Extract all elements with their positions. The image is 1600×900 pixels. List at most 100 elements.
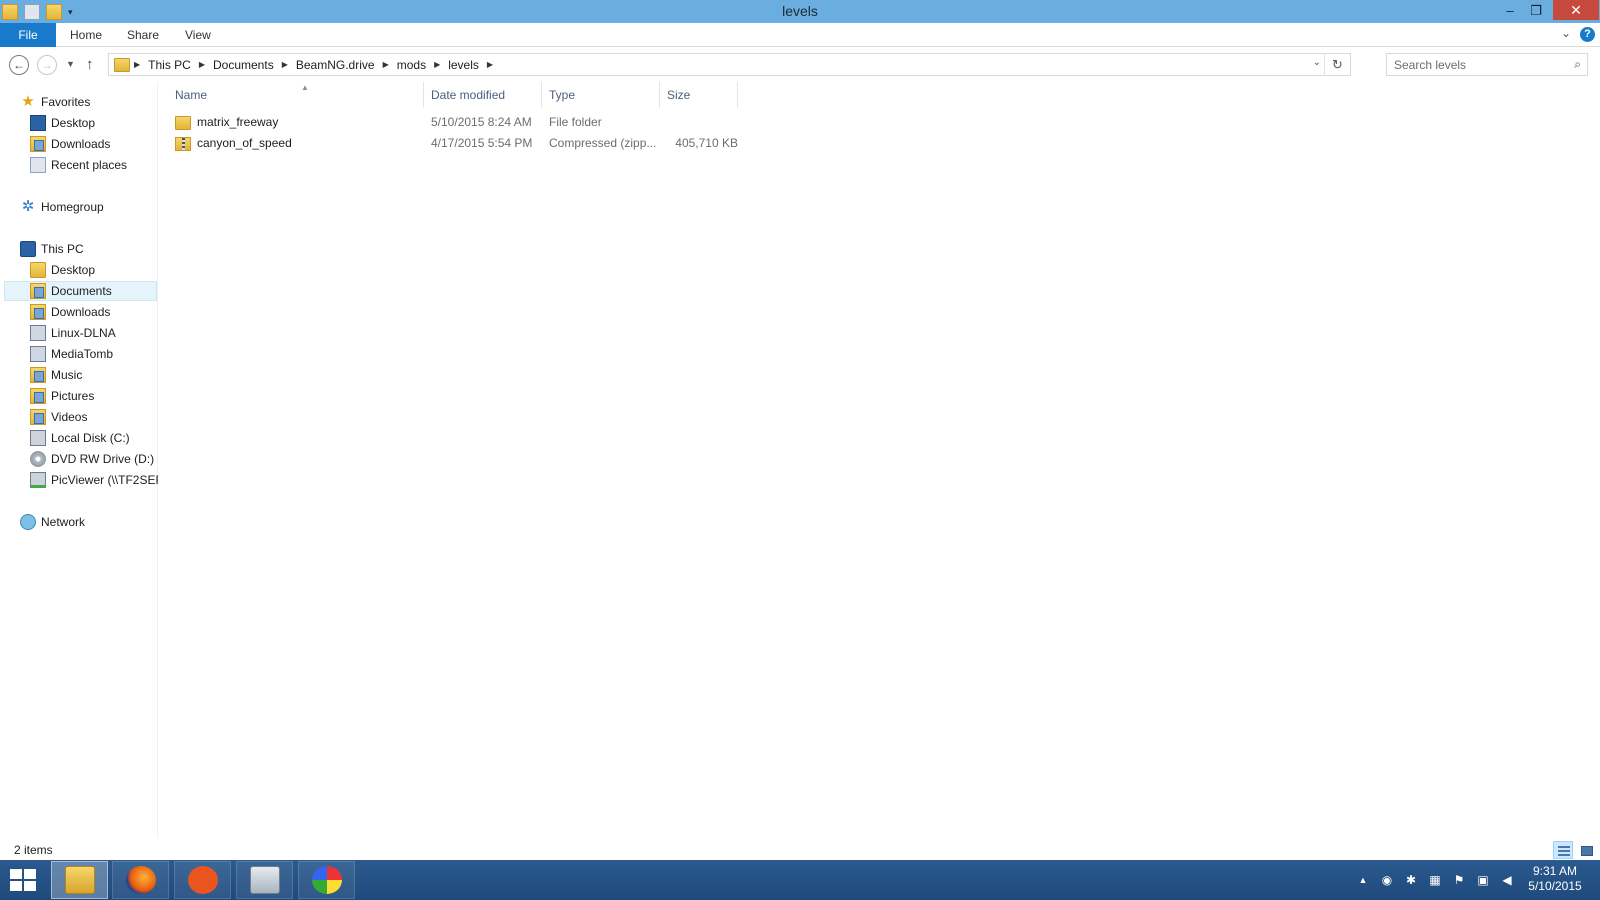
recent-locations-dropdown-icon[interactable]: ▼ bbox=[66, 59, 75, 69]
breadcrumb-separator-icon[interactable]: ▶ bbox=[278, 60, 292, 69]
downloads-icon bbox=[30, 136, 46, 152]
maximize-button[interactable]: ❐ bbox=[1523, 0, 1549, 21]
large-icons-view-button[interactable] bbox=[1576, 841, 1596, 859]
tab-share[interactable]: Share bbox=[127, 23, 159, 47]
table-row[interactable]: matrix_freeway 5/10/2015 8:24 AM File fo… bbox=[168, 112, 738, 133]
taskbar-file-explorer[interactable] bbox=[51, 861, 108, 899]
search-input[interactable] bbox=[1387, 54, 1557, 75]
tab-file[interactable]: File bbox=[0, 23, 56, 47]
folder-icon bbox=[114, 57, 130, 72]
zip-folder-icon bbox=[175, 136, 191, 151]
sort-ascending-icon: ▲ bbox=[301, 83, 309, 92]
table-row[interactable]: canyon_of_speed 4/17/2015 5:54 PM Compre… bbox=[168, 133, 738, 154]
file-explorer-icon bbox=[64, 866, 95, 894]
column-header-date-modified[interactable]: Date modified bbox=[424, 82, 542, 108]
steam-icon[interactable]: ◉ bbox=[1379, 872, 1395, 888]
large-icons-view-icon bbox=[1581, 846, 1593, 856]
ubuntu-icon bbox=[187, 866, 218, 894]
sidebar-item-label: Desktop bbox=[51, 116, 96, 130]
sidebar-item-desktop[interactable]: Desktop bbox=[30, 260, 158, 280]
navigation-pane: ★ Favorites Desktop Downloads Recent pla… bbox=[0, 82, 158, 838]
help-icon[interactable]: ? bbox=[1580, 27, 1595, 42]
breadcrumb-this-pc[interactable]: This PC bbox=[144, 58, 195, 72]
title-bar: ▾ levels – ❐ ✕ bbox=[0, 0, 1600, 23]
folder-icon bbox=[175, 115, 191, 130]
volume-icon[interactable]: ◀ bbox=[1499, 872, 1515, 888]
sidebar-item-network[interactable]: Network bbox=[20, 512, 158, 532]
file-date-modified: 5/10/2015 8:24 AM bbox=[431, 115, 532, 129]
sidebar-item-videos[interactable]: Videos bbox=[30, 407, 158, 427]
minimize-button[interactable]: – bbox=[1497, 0, 1523, 21]
details-view-button[interactable] bbox=[1553, 841, 1573, 859]
sidebar-item-label: Network bbox=[41, 515, 86, 529]
close-button[interactable]: ✕ bbox=[1553, 0, 1599, 20]
file-name: canyon_of_speed bbox=[197, 136, 292, 150]
network-tray-icon[interactable]: ▣ bbox=[1475, 872, 1491, 888]
sidebar-item-linux-dlna[interactable]: Linux-DLNA bbox=[30, 323, 158, 343]
sidebar-item-label: Downloads bbox=[51, 305, 111, 319]
action-center-flag-icon[interactable]: ⚑ bbox=[1451, 872, 1467, 888]
sidebar-item-recent-places[interactable]: Recent places bbox=[30, 155, 158, 175]
file-list: ▲ Name Date modified Type Size matrix_fr… bbox=[158, 82, 1600, 838]
taskbar-paint[interactable] bbox=[298, 861, 355, 899]
address-bar[interactable]: ▶ This PC ▶ Documents ▶ BeamNG.drive ▶ m… bbox=[108, 53, 1351, 76]
sidebar-item-favorites[interactable]: ★ Favorites bbox=[20, 92, 158, 112]
sidebar-item-pictures[interactable]: Pictures bbox=[30, 386, 158, 406]
breadcrumb-separator-icon[interactable]: ▶ bbox=[195, 60, 209, 69]
gpu-tray-icon[interactable]: ▦ bbox=[1427, 872, 1443, 888]
taskbar-ubuntu-app[interactable] bbox=[174, 861, 231, 899]
column-header-type[interactable]: Type bbox=[542, 82, 660, 108]
breadcrumb-separator-icon[interactable]: ▶ bbox=[379, 60, 393, 69]
app-tray-icon[interactable]: ✱ bbox=[1403, 872, 1419, 888]
taskbar-system-monitor[interactable] bbox=[236, 861, 293, 899]
sidebar-item-label: Music bbox=[51, 368, 83, 382]
address-history-dropdown-icon[interactable]: ⌄ bbox=[1313, 57, 1321, 68]
item-count: 2 items bbox=[14, 843, 53, 857]
videos-icon bbox=[30, 409, 46, 425]
column-header-size[interactable]: Size bbox=[660, 82, 738, 108]
sidebar-item-music[interactable]: Music bbox=[30, 365, 158, 385]
breadcrumb-separator-icon[interactable]: ▶ bbox=[430, 60, 444, 69]
sidebar-item-documents[interactable]: Documents bbox=[4, 281, 157, 301]
up-button[interactable]: ↑ bbox=[86, 56, 94, 73]
breadcrumb-separator-icon[interactable]: ▶ bbox=[130, 60, 144, 69]
sidebar-item-mediatomb[interactable]: MediaTomb bbox=[30, 344, 158, 364]
sidebar-item-desktop[interactable]: Desktop bbox=[30, 113, 158, 133]
expand-ribbon-icon[interactable]: ⌄ bbox=[1561, 26, 1571, 40]
network-icon bbox=[20, 514, 36, 530]
breadcrumb-separator-icon[interactable]: ▶ bbox=[483, 60, 497, 69]
sidebar-item-label: Pictures bbox=[51, 389, 95, 403]
breadcrumb-mods[interactable]: mods bbox=[393, 58, 430, 72]
sidebar-item-picviewer[interactable]: PicViewer (\\TF2SER... bbox=[30, 470, 158, 490]
paint-icon bbox=[311, 866, 342, 894]
refresh-button[interactable]: ↻ bbox=[1324, 54, 1350, 75]
file-type: File folder bbox=[549, 115, 602, 129]
dvd-drive-icon bbox=[30, 451, 46, 467]
tab-home[interactable]: Home bbox=[70, 23, 102, 47]
sidebar-item-downloads[interactable]: Downloads bbox=[30, 134, 158, 154]
sidebar-item-local-disk[interactable]: Local Disk (C:) bbox=[30, 428, 158, 448]
sidebar-item-downloads[interactable]: Downloads bbox=[30, 302, 158, 322]
search-box[interactable]: ⌕ bbox=[1386, 53, 1588, 76]
search-icon[interactable]: ⌕ bbox=[1574, 57, 1581, 72]
taskbar-clock[interactable]: 9:31 AM 5/10/2015 bbox=[1520, 864, 1590, 894]
sidebar-item-dvd-drive[interactable]: DVD RW Drive (D:) F... bbox=[30, 449, 158, 469]
sidebar-item-this-pc[interactable]: This PC bbox=[20, 239, 158, 259]
sidebar-item-homegroup[interactable]: ✲ Homegroup bbox=[20, 197, 158, 217]
pictures-icon bbox=[30, 388, 46, 404]
file-type: Compressed (zipp... bbox=[549, 136, 657, 150]
tab-view[interactable]: View bbox=[185, 23, 211, 47]
breadcrumb-documents[interactable]: Documents bbox=[209, 58, 278, 72]
column-header-name[interactable]: ▲ Name bbox=[168, 82, 424, 108]
show-hidden-icons-icon[interactable]: ▲ bbox=[1355, 872, 1371, 888]
taskbar-firefox[interactable] bbox=[112, 861, 169, 899]
status-bar: 2 items bbox=[0, 838, 1600, 860]
breadcrumb-levels[interactable]: levels bbox=[444, 58, 483, 72]
forward-button[interactable]: → bbox=[37, 55, 57, 75]
back-button[interactable]: ← bbox=[9, 55, 29, 75]
breadcrumb-beamng-drive[interactable]: BeamNG.drive bbox=[292, 58, 379, 72]
music-icon bbox=[30, 367, 46, 383]
system-tray: ▲ ◉ ✱ ▦ ⚑ ▣ ◀ bbox=[1355, 870, 1515, 890]
start-button[interactable] bbox=[10, 869, 38, 893]
file-name: matrix_freeway bbox=[197, 115, 279, 129]
